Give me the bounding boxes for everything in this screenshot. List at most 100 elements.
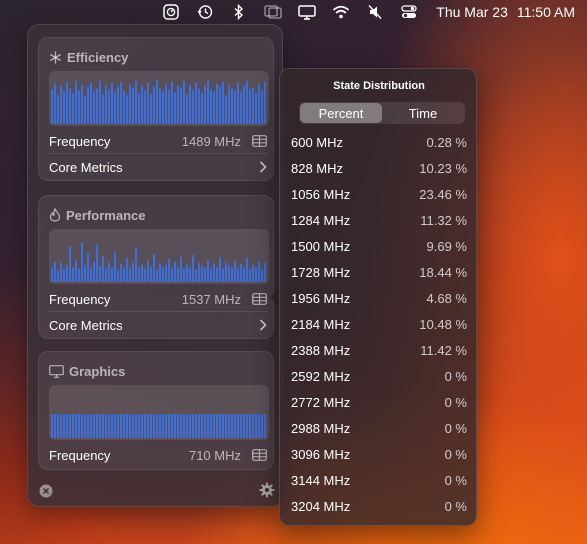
chart-bar	[219, 414, 221, 438]
chart-bar	[87, 414, 89, 438]
table-icon[interactable]	[251, 449, 267, 461]
chart-bar	[90, 414, 92, 438]
chart-bar	[120, 263, 122, 282]
chart-bar	[84, 95, 86, 124]
list-item: 2388 MHz 11.42 %	[291, 337, 467, 363]
menubar-date[interactable]: Thu Mar 23	[436, 4, 508, 20]
list-item: 2988 MHz 0 %	[291, 415, 467, 441]
menubar-time[interactable]: 11:50 AM	[517, 4, 575, 20]
chart-bar	[54, 261, 56, 282]
chart-bar	[78, 90, 80, 124]
chart-bar	[261, 90, 263, 124]
chart-bar	[171, 414, 173, 438]
chart-bar	[249, 268, 251, 282]
frequency-state: 828 MHz	[291, 160, 344, 176]
chart-bar	[261, 414, 263, 438]
chart-bar	[195, 82, 197, 124]
chart-bar	[54, 414, 56, 438]
table-icon[interactable]	[251, 293, 267, 305]
graphics-chart	[49, 385, 269, 440]
state-percentage: 0 %	[444, 420, 467, 436]
chart-bar	[150, 94, 152, 124]
chart-bar	[249, 89, 251, 124]
chart-bar	[255, 414, 257, 438]
chart-bar	[258, 261, 260, 282]
efficiency-title: Efficiency	[67, 49, 129, 65]
close-icon[interactable]	[39, 484, 53, 498]
chart-bar	[180, 414, 182, 438]
chart-bar	[141, 414, 143, 438]
time-machine-icon[interactable]	[188, 0, 222, 24]
chart-bar	[81, 242, 83, 282]
chart-bar	[72, 414, 74, 438]
chevron-right-icon	[253, 161, 267, 173]
chart-bar	[87, 86, 89, 124]
control-center-icon[interactable]	[392, 0, 426, 24]
chart-bar	[114, 92, 116, 124]
stats-app-icon[interactable]	[154, 0, 188, 24]
chart-bar	[207, 414, 209, 438]
chart-bar	[228, 265, 230, 282]
chart-bar	[231, 88, 233, 124]
chart-bar	[78, 268, 80, 282]
state-percentage: 11.42 %	[420, 342, 467, 358]
chart-bar	[75, 414, 77, 438]
performance-bar-chart	[51, 242, 266, 282]
chart-bar	[204, 267, 206, 282]
chart-bar	[111, 83, 113, 124]
chart-bar	[216, 267, 218, 282]
chart-bar	[78, 414, 80, 438]
chart-bar	[192, 90, 194, 124]
chart-bar	[123, 414, 125, 438]
chart-bar	[156, 269, 158, 282]
chart-bar	[180, 87, 182, 124]
chart-bar	[72, 267, 74, 282]
state-percentage: 0 %	[444, 498, 467, 514]
chart-bar	[54, 83, 56, 124]
frequency-state: 2988 MHz	[291, 420, 351, 436]
chart-bar	[198, 414, 200, 438]
chart-bar	[192, 255, 194, 282]
divider	[49, 311, 267, 312]
performance-frequency-label: Frequency	[49, 291, 111, 307]
wifi-icon[interactable]	[324, 0, 358, 24]
chart-bar	[138, 414, 140, 438]
chart-bar	[216, 83, 218, 124]
chart-bar	[153, 414, 155, 438]
chart-bar	[225, 262, 227, 282]
chart-bar	[162, 267, 164, 282]
list-item: 2772 MHz 0 %	[291, 389, 467, 415]
chart-bar	[108, 89, 110, 124]
chart-bar	[222, 81, 224, 124]
chart-bar	[141, 85, 143, 124]
chart-bar	[264, 81, 266, 124]
chart-bar	[213, 91, 215, 124]
chart-bar	[96, 88, 98, 124]
chart-bar	[162, 414, 164, 438]
flame-icon	[49, 208, 61, 222]
chart-bar	[99, 80, 101, 124]
chart-bar	[132, 87, 134, 124]
chart-bar	[231, 414, 233, 438]
chart-bar	[69, 88, 71, 124]
efficiency-core-metrics-row[interactable]: Core Metrics	[49, 157, 267, 177]
gear-icon[interactable]	[259, 482, 275, 498]
chart-bar	[105, 414, 107, 438]
table-icon[interactable]	[251, 135, 267, 147]
efficiency-card: Efficiency Frequency 1489 MHz Core Metri…	[38, 37, 274, 181]
chart-bar	[210, 268, 212, 282]
chart-bar	[219, 257, 221, 282]
tab-time[interactable]: Time	[382, 103, 464, 123]
tab-percent[interactable]: Percent	[300, 103, 382, 123]
chart-bar	[96, 414, 98, 438]
chart-bar	[105, 85, 107, 124]
bluetooth-icon[interactable]	[222, 0, 256, 24]
screen-mirroring-icon[interactable]	[256, 0, 290, 24]
sound-muted-icon[interactable]	[358, 0, 392, 24]
display-icon[interactable]	[290, 0, 324, 24]
chart-bar	[75, 80, 77, 124]
chart-bar	[234, 414, 236, 438]
performance-core-metrics-row[interactable]: Core Metrics	[49, 315, 267, 335]
chart-bar	[147, 260, 149, 282]
chart-bar	[258, 414, 260, 438]
